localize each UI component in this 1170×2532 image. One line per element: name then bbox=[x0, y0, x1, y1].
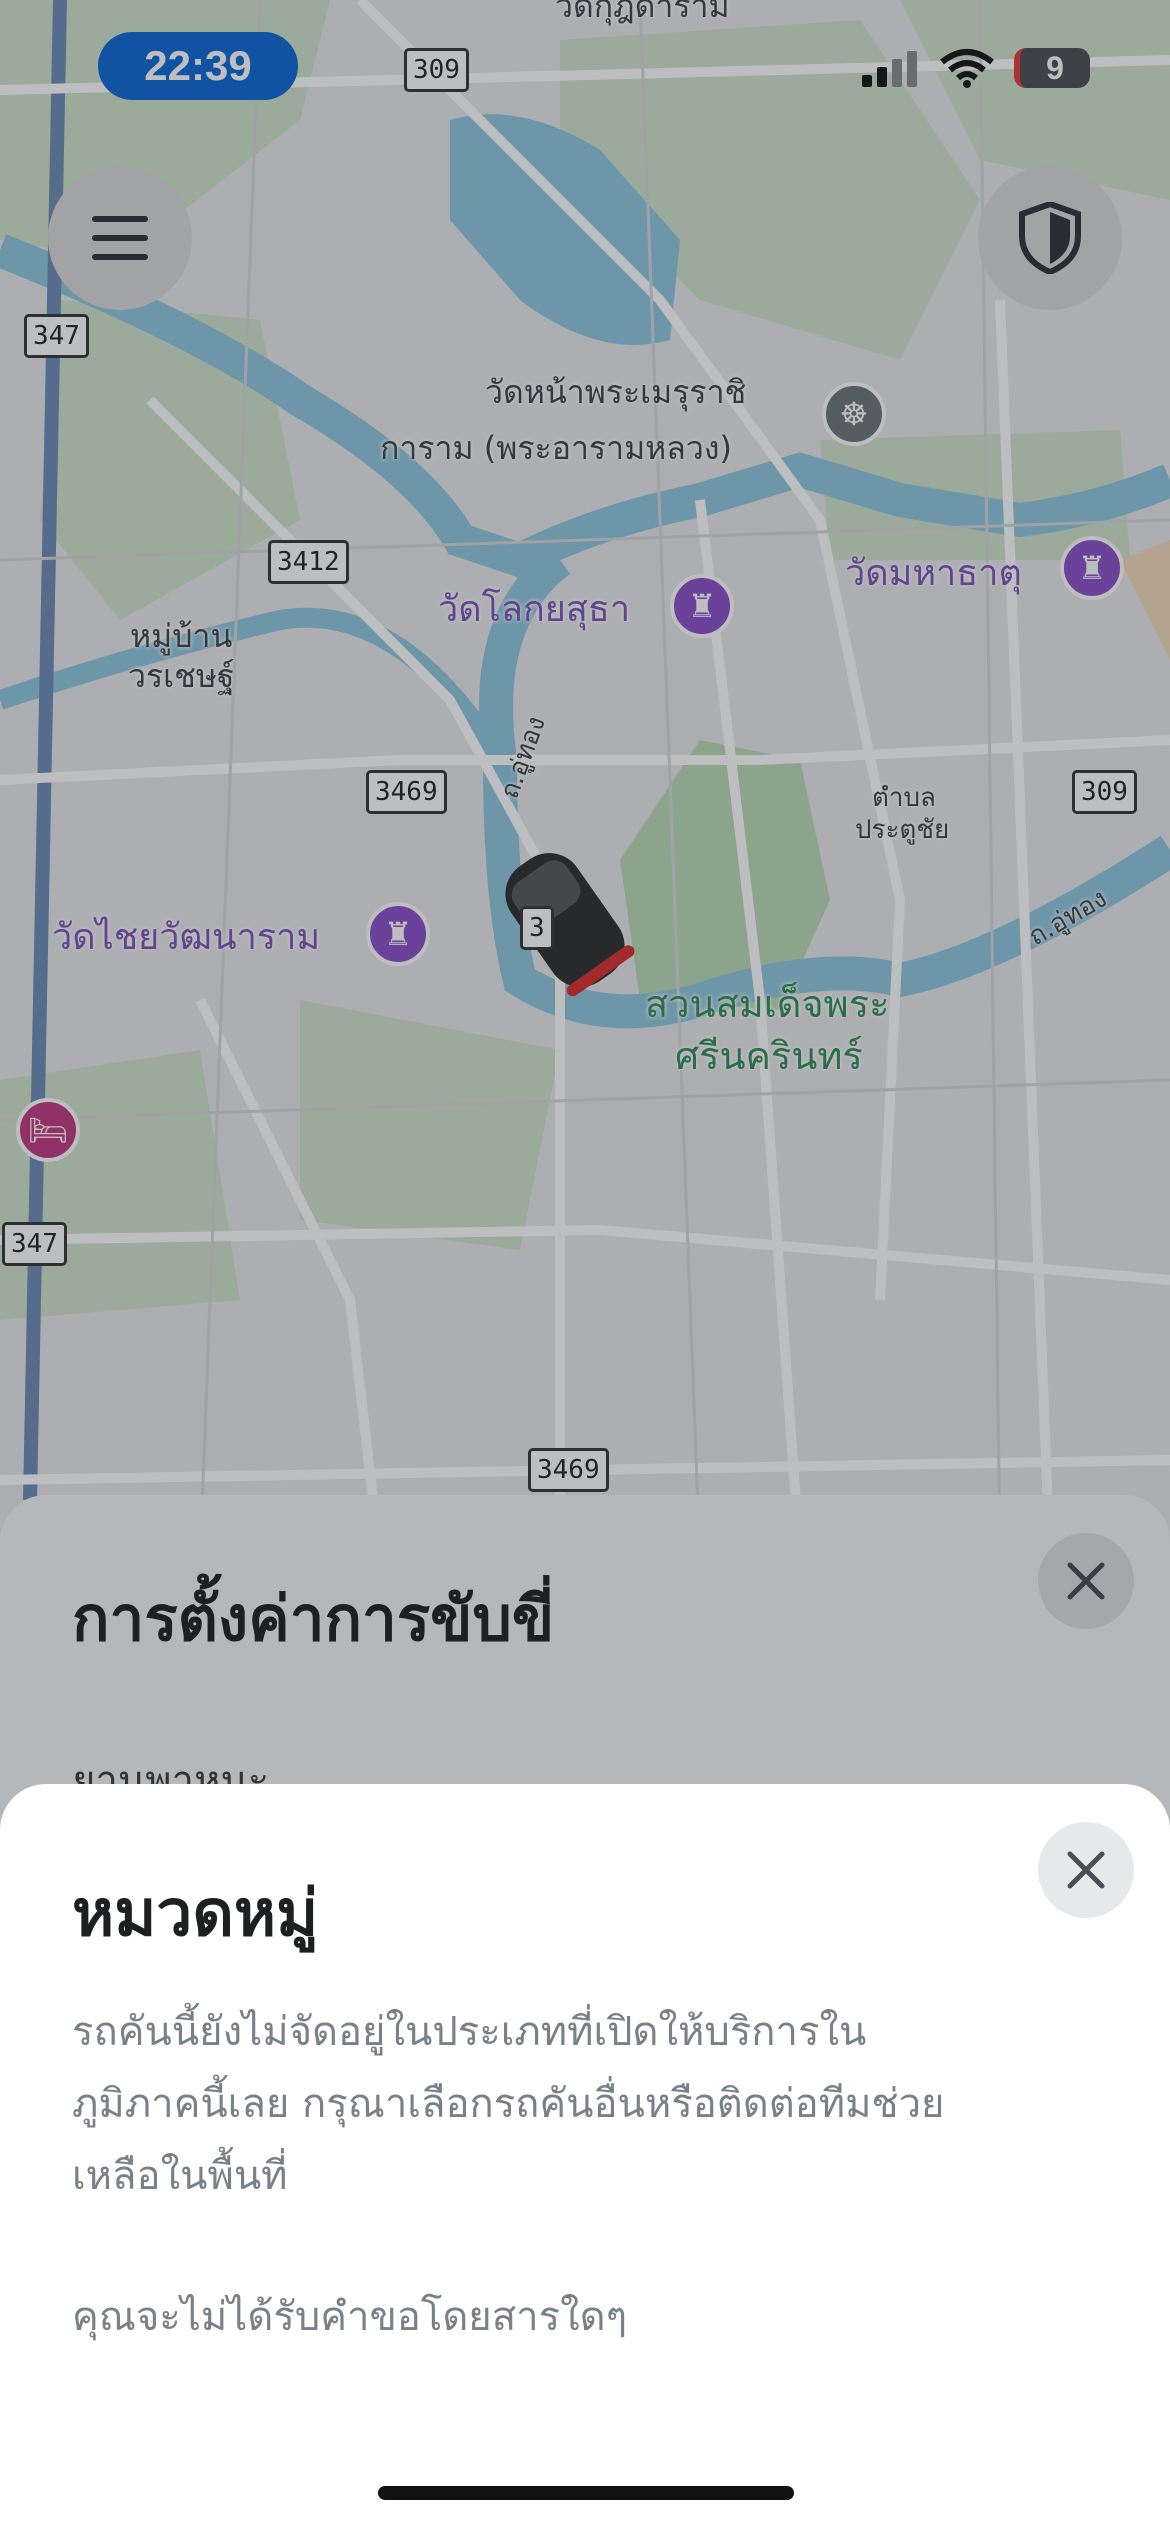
vehicle-row-label[interactable]: ยานพาหนะ bbox=[72, 1748, 269, 1784]
category-message-line: เหลือในพื้นที่ bbox=[72, 2153, 288, 2199]
close-icon bbox=[1067, 1562, 1105, 1600]
category-sheet: หมวดหมู่ รถคันนี้ยังไม่จัดอยู่ในประเภทที… bbox=[0, 1784, 1170, 2532]
driving-settings-title: การตั้งค่าการขับขี่ bbox=[72, 1582, 555, 1655]
category-message-line: รถคันนี้ยังไม่จัดอยู่ในประเภทที่เปิดให้บ… bbox=[72, 2009, 867, 2055]
screen: วัดกุฎีดาราม วัดหน้าพระเมรุราชิ การาม (พ… bbox=[0, 0, 1170, 2532]
no-requests-note: คุณจะไม่ได้รับคำขอโดยสารใดๆ bbox=[72, 2294, 628, 2340]
category-close-button[interactable] bbox=[1038, 1822, 1134, 1918]
home-indicator[interactable] bbox=[378, 2486, 794, 2500]
category-message: รถคันนี้ยังไม่จัดอยู่ในประเภทที่เปิดให้บ… bbox=[72, 1996, 1072, 2212]
category-message-line: ภูมิภาคนี้เลย กรุณาเลือกรถคันอื่นหรือติด… bbox=[72, 2081, 945, 2127]
close-icon bbox=[1067, 1851, 1105, 1889]
category-title: หมวดหมู่ bbox=[72, 1877, 319, 1951]
driving-settings-close-button[interactable] bbox=[1038, 1533, 1134, 1629]
